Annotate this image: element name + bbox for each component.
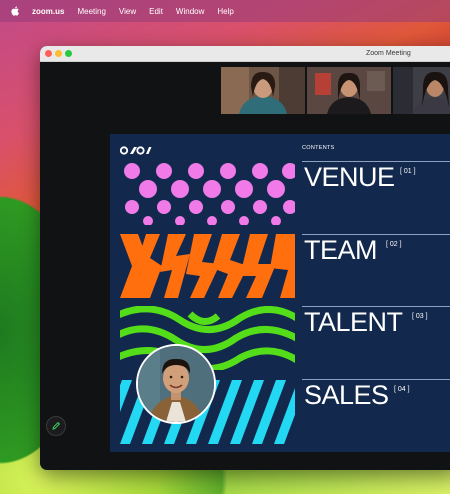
close-window-button[interactable] [45, 50, 52, 57]
menu-item-zoom-us[interactable]: zoom.us [32, 7, 64, 16]
menu-item-edit[interactable]: Edit [149, 7, 163, 16]
participant-video-tile[interactable] [221, 67, 305, 114]
zoom-meeting-window: Zoom Meeting CONTENTS VENUE [01] TEAM … [40, 46, 450, 470]
participant-video-tile[interactable] [393, 67, 450, 114]
section-number: [ 01 ] [400, 168, 416, 175]
menu-item-meeting[interactable]: Meeting [77, 7, 105, 16]
pattern-tile-chevrons [120, 234, 295, 298]
brand-logo-icon [120, 146, 152, 155]
participant-video-tile[interactable] [307, 67, 391, 114]
section-title-sales: SALES [304, 380, 389, 410]
section-number: [ 04 ] [394, 386, 410, 393]
contents-label: CONTENTS [302, 145, 335, 151]
menu-item-help[interactable]: Help [217, 7, 233, 16]
minimize-window-button[interactable] [55, 50, 62, 57]
section-number: [ 02 ] [386, 241, 402, 248]
section-title-talent: TALENT [304, 307, 403, 337]
apple-logo-icon[interactable] [10, 6, 20, 16]
section-title-venue: VENUE [304, 162, 395, 192]
pencil-icon [52, 421, 61, 430]
menu-item-window[interactable]: Window [176, 7, 204, 16]
section-number: [ 03 ] [412, 313, 428, 320]
pattern-tile-dots [120, 161, 295, 225]
annotate-pencil-button[interactable] [46, 416, 66, 436]
menu-item-view[interactable]: View [119, 7, 136, 16]
menu-bar: zoom.us Meeting View Edit Window Help [0, 0, 450, 22]
title-bar[interactable]: Zoom Meeting [40, 46, 450, 62]
window-title: Zoom Meeting [366, 50, 411, 57]
self-view-video[interactable] [136, 344, 216, 424]
fullscreen-window-button[interactable] [65, 50, 72, 57]
section-title-team: TEAM [304, 235, 378, 265]
